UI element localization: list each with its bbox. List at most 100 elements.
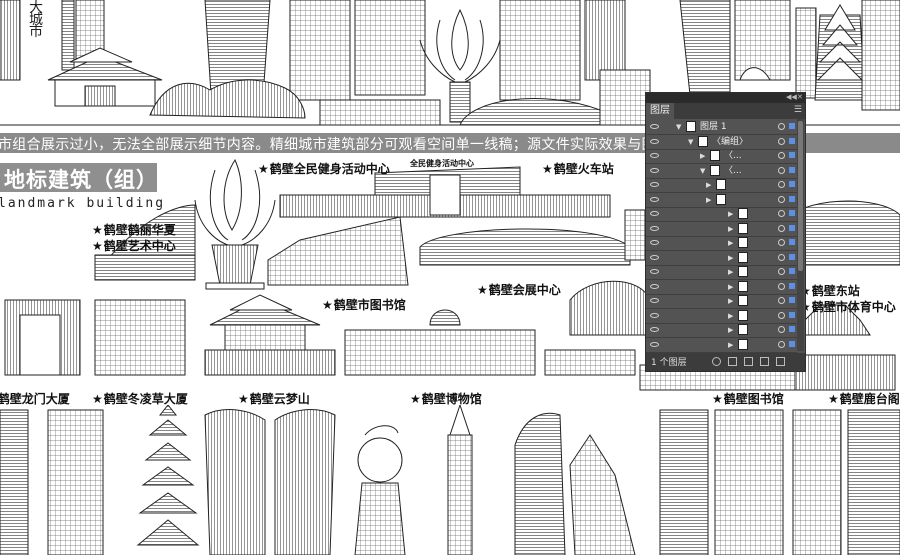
towers-bottom-illustration (0, 405, 900, 555)
visibility-eye-icon[interactable] (650, 240, 659, 245)
layer-row[interactable]: ▶ (646, 222, 797, 237)
visibility-eye-icon[interactable] (650, 269, 659, 274)
collapsed-triangle-icon[interactable]: ▶ (728, 237, 733, 249)
target-circle-icon[interactable] (778, 268, 785, 275)
layer-row[interactable]: ▶ 〈... (646, 149, 797, 164)
layer-thumbnail (738, 237, 748, 248)
target-circle-icon[interactable] (778, 137, 785, 145)
layer-thumbnail (716, 179, 726, 190)
collapsed-triangle-icon[interactable]: ▶ (728, 252, 733, 264)
target-circle-icon[interactable] (778, 123, 785, 130)
target-circle-icon[interactable] (778, 326, 785, 333)
visibility-eye-icon[interactable] (650, 254, 659, 260)
panel-titlebar: ◀◀ ✕ (646, 93, 805, 103)
layer-list-scrollbar[interactable] (797, 119, 804, 351)
visibility-eye-icon[interactable] (650, 298, 659, 303)
layer-name: 图层 1 (700, 122, 727, 132)
selection-indicator (789, 311, 795, 318)
collapsed-triangle-icon[interactable]: ▶ (728, 208, 733, 220)
make-clipping-mask-icon[interactable] (728, 357, 737, 366)
layer-count: 1 个图层 (651, 358, 687, 368)
layer-name: 〈编组〉 (712, 136, 749, 147)
collapsed-triangle-icon[interactable]: ▶ (728, 266, 733, 278)
layer-thumbnail (738, 222, 748, 234)
visibility-eye-icon[interactable] (650, 167, 659, 173)
layer-row[interactable]: ▶ (646, 251, 797, 266)
selection-indicator (789, 181, 795, 187)
visibility-eye-icon[interactable] (650, 196, 659, 202)
layer-row[interactable]: ▼ 〈... (646, 164, 797, 179)
locate-object-icon[interactable] (712, 357, 721, 366)
collapsed-triangle-icon[interactable]: ▶ (728, 295, 733, 307)
visibility-eye-icon[interactable] (650, 138, 659, 144)
selection-indicator (789, 340, 795, 347)
visibility-eye-icon[interactable] (650, 341, 659, 347)
label-art-center: 鹤壁艺术中心 (92, 237, 176, 254)
collapsed-triangle-icon[interactable]: ▶ (706, 179, 711, 191)
collapsed-triangle-icon[interactable]: ▶ (728, 310, 733, 322)
layer-thumbnail (710, 164, 720, 176)
delete-layer-icon[interactable] (776, 357, 785, 366)
layer-row[interactable]: ▶ (646, 193, 797, 208)
visibility-eye-icon[interactable] (650, 327, 659, 332)
collapsed-triangle-icon[interactable]: ▶ (728, 339, 733, 351)
target-circle-icon[interactable] (778, 282, 785, 290)
visibility-eye-icon[interactable] (650, 225, 659, 231)
layer-row[interactable]: ▶ (646, 207, 797, 222)
visibility-eye-icon[interactable] (650, 124, 659, 129)
layer-thumbnail (698, 135, 708, 147)
expanded-triangle-icon[interactable]: ▼ (688, 136, 693, 148)
target-circle-icon[interactable] (778, 166, 785, 174)
layer-row[interactable]: ▼ 〈编组〉 (646, 135, 797, 150)
target-circle-icon[interactable] (778, 152, 785, 159)
collapsed-triangle-icon[interactable]: ▶ (728, 324, 733, 336)
brand-logo: 大 城 市 (29, 1, 57, 39)
new-layer-icon[interactable] (760, 357, 769, 366)
layer-row[interactable]: ▼ 图层 1 (646, 120, 797, 135)
layer-row[interactable]: ▶ (646, 265, 797, 280)
layer-row[interactable]: ▶ (646, 178, 797, 193)
layer-row[interactable]: ▶ (646, 236, 797, 251)
target-circle-icon[interactable] (778, 224, 785, 232)
visibility-eye-icon[interactable] (650, 312, 659, 318)
selection-indicator (789, 239, 795, 245)
collapsed-triangle-icon[interactable]: ▶ (728, 223, 733, 235)
layer-row[interactable]: ▶ (646, 280, 797, 295)
scrollbar-thumb[interactable] (798, 121, 803, 271)
layer-row[interactable]: ▶ (646, 309, 797, 324)
target-circle-icon[interactable] (778, 340, 785, 348)
visibility-eye-icon[interactable] (650, 182, 659, 187)
target-circle-icon[interactable] (778, 297, 785, 304)
visibility-eye-icon[interactable] (650, 153, 659, 158)
expanded-triangle-icon[interactable]: ▼ (700, 165, 705, 177)
selection-indicator (789, 224, 795, 231)
collapsed-triangle-icon[interactable]: ▶ (700, 150, 705, 162)
layer-row[interactable]: ▶ (646, 338, 797, 353)
tab-layers[interactable]: 图层 (646, 103, 674, 119)
collapsed-triangle-icon[interactable]: ▶ (728, 281, 733, 293)
target-circle-icon[interactable] (778, 239, 785, 246)
layer-thumbnail (686, 121, 696, 132)
selection-indicator (789, 137, 795, 144)
collapsed-triangle-icon[interactable]: ▶ (706, 194, 711, 206)
layer-thumbnail (716, 193, 726, 205)
target-circle-icon[interactable] (778, 210, 785, 217)
close-panel-button[interactable]: ✕ (797, 93, 803, 102)
selection-indicator (789, 326, 795, 332)
layer-row[interactable]: ▶ (646, 294, 797, 309)
panel-menu-icon[interactable]: ☰ (794, 105, 802, 115)
collapse-panel-button[interactable]: ◀◀ (786, 93, 797, 102)
layer-row[interactable]: ▶ (646, 323, 797, 338)
visibility-eye-icon[interactable] (650, 283, 659, 289)
layer-name: 〈... (724, 165, 742, 176)
target-circle-icon[interactable] (778, 195, 785, 203)
visibility-eye-icon[interactable] (650, 211, 659, 216)
target-circle-icon[interactable] (778, 253, 785, 261)
new-sublayer-icon[interactable] (744, 357, 753, 366)
expanded-triangle-icon[interactable]: ▼ (676, 121, 681, 133)
target-circle-icon[interactable] (778, 311, 785, 319)
target-circle-icon[interactable] (778, 181, 785, 188)
selection-indicator (789, 282, 795, 289)
layer-thumbnail (738, 324, 748, 335)
layer-name: 〈... (724, 151, 742, 161)
